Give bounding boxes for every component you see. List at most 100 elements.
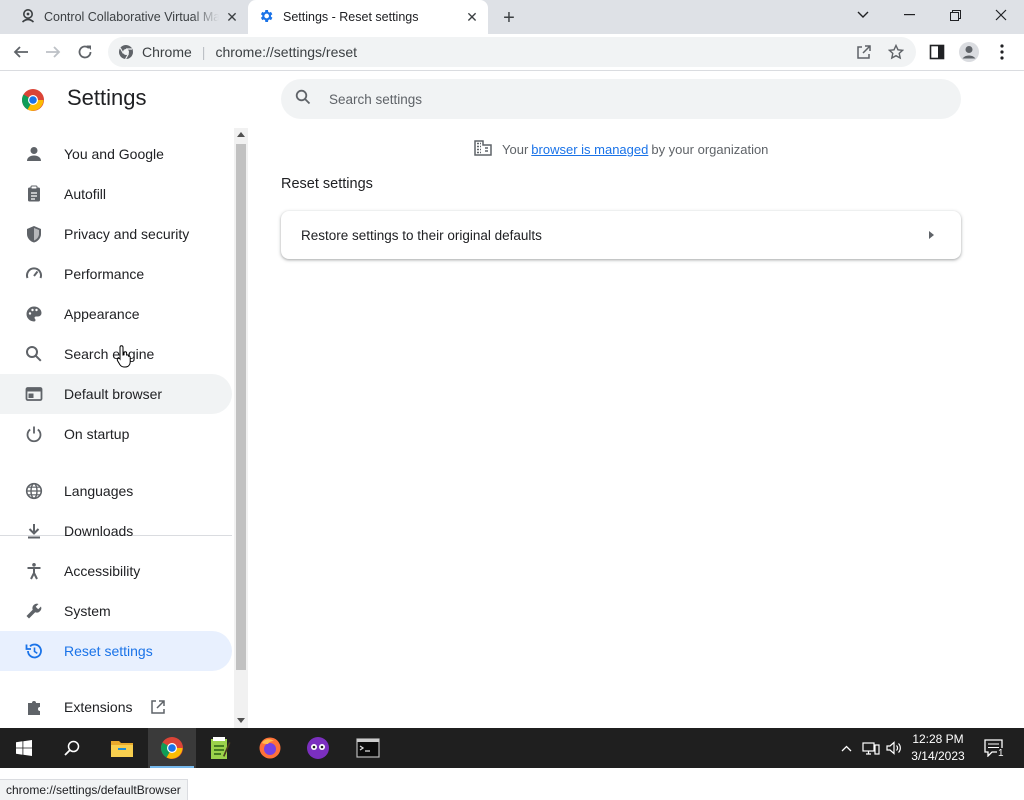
sidebar-item-autofill[interactable]: Autofill xyxy=(0,174,232,214)
scroll-down-arrow-icon[interactable] xyxy=(237,718,245,723)
sidebar-item-downloads[interactable]: Downloads xyxy=(0,511,232,551)
sidebar-item-you-and-google[interactable]: You and Google xyxy=(0,134,232,174)
sidebar-item-label: Appearance xyxy=(64,306,140,322)
puzzle-icon xyxy=(24,697,44,717)
clock-date: 3/14/2023 xyxy=(911,749,965,763)
chevron-up-icon[interactable] xyxy=(836,728,856,768)
windows-taskbar: 12:28 PM 3/14/2023 1 xyxy=(0,728,1024,768)
globe-icon xyxy=(24,481,44,501)
settings-page: Settings You and Google Autofill Privacy… xyxy=(0,72,1024,800)
firefox-icon[interactable] xyxy=(246,728,294,768)
browser-managed-link[interactable]: browser is managed xyxy=(531,142,648,157)
profile-avatar-icon[interactable] xyxy=(954,37,984,67)
sidebar-item-on-startup[interactable]: On startup xyxy=(0,414,232,454)
sidebar-item-system[interactable]: System xyxy=(0,591,232,631)
chrome-site-icon[interactable] xyxy=(118,44,134,63)
restore-defaults-row[interactable]: Restore settings to their original defau… xyxy=(281,211,961,259)
scroll-thumb[interactable] xyxy=(236,144,246,670)
minimize-window-icon[interactable] xyxy=(886,0,932,30)
side-panel-icon[interactable] xyxy=(922,37,952,67)
sidebar-item-performance[interactable]: Performance xyxy=(0,254,232,294)
reset-history-icon xyxy=(24,641,44,661)
notification-count-badge: 1 xyxy=(997,748,1005,759)
search-icon[interactable] xyxy=(48,728,96,768)
forward-arrow-icon[interactable] xyxy=(38,37,68,67)
managed-suffix: by your organization xyxy=(651,142,769,157)
scroll-up-arrow-icon[interactable] xyxy=(237,132,245,137)
sidebar-item-label: Default browser xyxy=(64,386,163,402)
status-bubble: chrome://settings/defaultBrowser xyxy=(0,779,188,800)
app-icon[interactable] xyxy=(294,728,342,768)
restore-window-icon[interactable] xyxy=(932,0,978,30)
tab-title: Control Collaborative Virtual Machine xyxy=(44,10,219,24)
new-tab-button[interactable]: + xyxy=(498,7,520,29)
search-icon xyxy=(24,344,44,364)
collab-vm-icon xyxy=(20,8,36,27)
file-explorer-icon[interactable] xyxy=(98,728,146,768)
sidebar-item-label: Accessibility xyxy=(64,563,141,579)
speedometer-icon xyxy=(24,264,44,284)
notification-center-icon[interactable]: 1 xyxy=(978,728,1010,768)
sidebar-item-accessibility[interactable]: Accessibility xyxy=(0,551,232,591)
sidebar-scrollbar[interactable] xyxy=(234,128,248,728)
windows-start-icon[interactable] xyxy=(0,728,48,768)
clock-time: 12:28 PM xyxy=(912,732,964,746)
reset-settings-card: Restore settings to their original defau… xyxy=(281,211,961,259)
accessibility-icon xyxy=(24,561,44,581)
sidebar-item-label: Reset settings xyxy=(64,643,153,659)
tab-strip: Control Collaborative Virtual Machine ✕ … xyxy=(0,0,1024,34)
taskbar-clock[interactable]: 12:28 PM 3/14/2023 xyxy=(906,731,970,765)
sidebar-item-label: Search engine xyxy=(64,346,155,362)
shield-icon xyxy=(24,224,44,244)
tab-settings-reset[interactable]: Settings - Reset settings ✕ xyxy=(248,0,488,34)
sidebar-item-privacy-and-security[interactable]: Privacy and security xyxy=(0,214,232,254)
close-tab-icon[interactable]: ✕ xyxy=(224,9,240,25)
close-tab-icon[interactable]: ✕ xyxy=(464,9,480,25)
sidebar-item-label: Performance xyxy=(64,266,145,282)
browser-toolbar: Chrome | chrome://settings/reset xyxy=(0,34,1024,71)
external-link-icon xyxy=(150,699,166,718)
close-window-icon[interactable] xyxy=(978,0,1024,30)
sidebar-item-languages[interactable]: Languages xyxy=(0,471,232,511)
sidebar-item-appearance[interactable]: Appearance xyxy=(0,294,232,334)
share-icon[interactable] xyxy=(856,44,872,63)
person-icon xyxy=(24,144,44,164)
sidebar-item-label: Extensions xyxy=(64,699,133,715)
palette-icon xyxy=(24,304,44,324)
sidebar-item-label: You and Google xyxy=(64,146,164,162)
wrench-icon xyxy=(24,601,44,621)
gear-icon xyxy=(258,8,274,27)
network-icon[interactable] xyxy=(860,728,882,768)
back-arrow-icon[interactable] xyxy=(6,37,36,67)
download-icon xyxy=(24,521,44,541)
kebab-menu-icon[interactable] xyxy=(987,37,1017,67)
settings-search-input[interactable] xyxy=(327,90,907,108)
reload-icon[interactable] xyxy=(70,37,100,67)
volume-icon[interactable] xyxy=(884,728,904,768)
browser-window-icon xyxy=(24,384,44,404)
sidebar-item-label: Privacy and security xyxy=(64,226,190,242)
address-bar[interactable]: Chrome | chrome://settings/reset xyxy=(108,37,916,67)
bookmark-star-icon[interactable] xyxy=(887,43,905,63)
page-title: Settings xyxy=(67,85,147,110)
sidebar-item-extensions[interactable]: Extensions xyxy=(0,687,232,727)
settings-search-box[interactable] xyxy=(281,79,961,119)
chrome-logo-icon xyxy=(21,88,45,112)
search-icon xyxy=(295,89,311,110)
sidebar-item-label: Languages xyxy=(64,483,134,499)
managed-notice: Your browser is managed by your organiza… xyxy=(474,140,768,159)
url-text[interactable]: chrome://settings/reset xyxy=(215,44,357,60)
tab-collab-vm[interactable]: Control Collaborative Virtual Machine ✕ xyxy=(8,0,244,34)
sidebar-item-label: Downloads xyxy=(64,523,134,539)
chrome-icon[interactable] xyxy=(148,728,196,768)
sidebar-item-reset-settings[interactable]: Reset settings xyxy=(0,631,232,671)
section-title: Reset settings xyxy=(281,176,373,192)
sidebar-item-default-browser[interactable]: Default browser xyxy=(0,374,232,414)
settings-sidebar: You and Google Autofill Privacy and secu… xyxy=(0,128,232,728)
building-icon xyxy=(474,140,492,159)
notepad-plus-icon[interactable] xyxy=(196,728,244,768)
terminal-icon[interactable] xyxy=(344,728,392,768)
hand-cursor-icon xyxy=(116,345,132,374)
tab-search-chevron-icon[interactable] xyxy=(840,0,886,30)
sidebar-item-label: On startup xyxy=(64,426,130,442)
